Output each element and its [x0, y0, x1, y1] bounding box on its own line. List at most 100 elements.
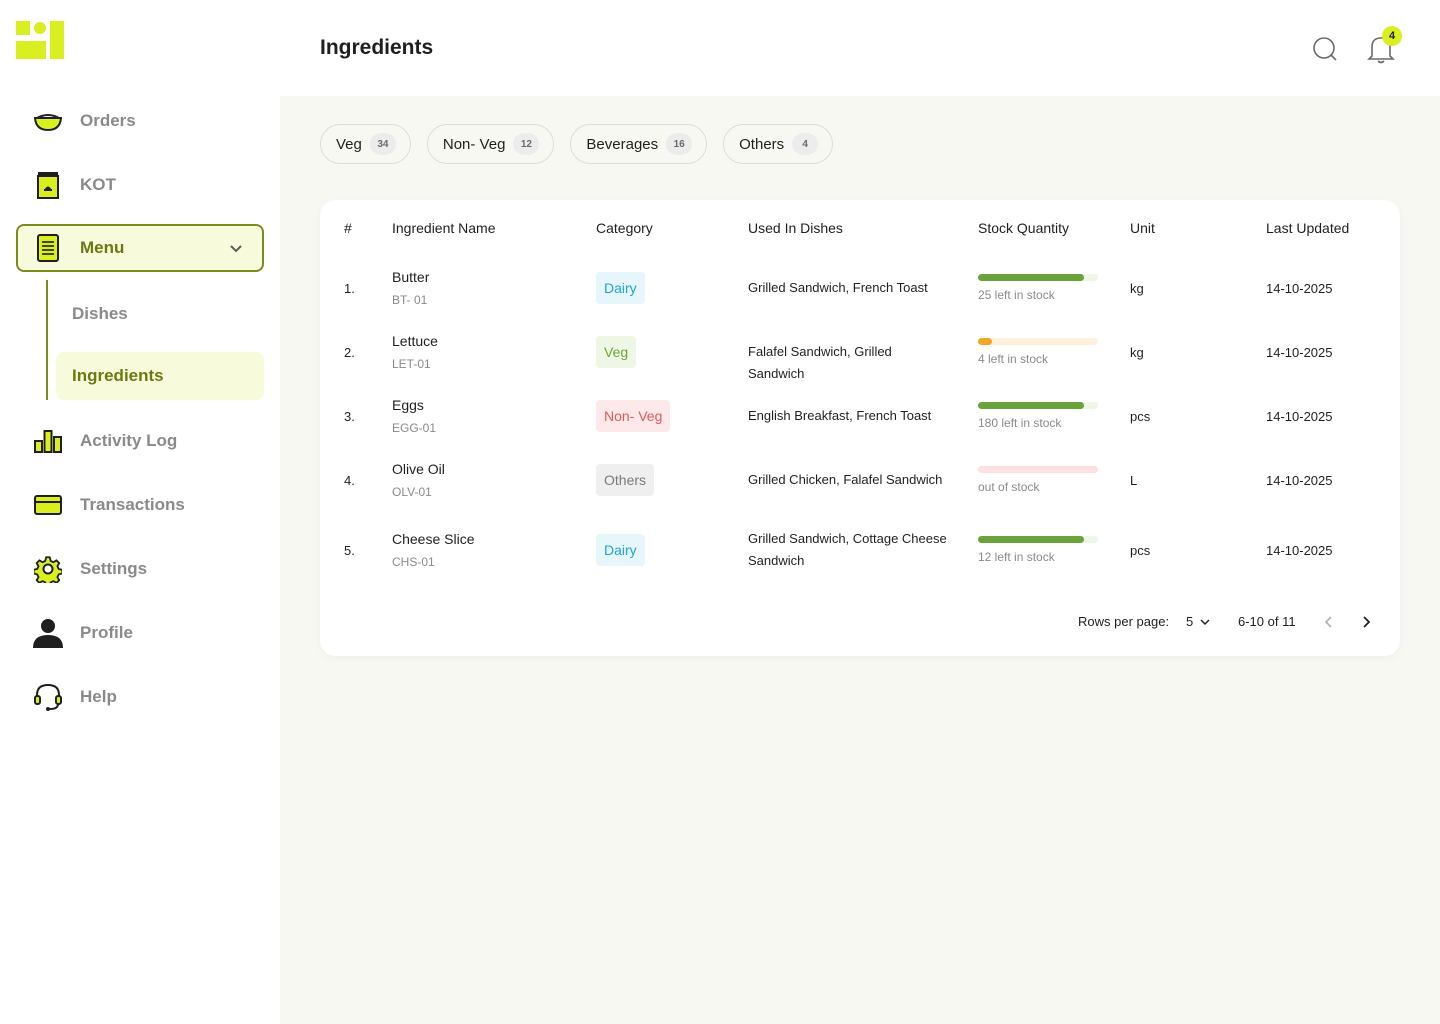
kot-icon	[32, 169, 64, 201]
card-icon	[32, 489, 64, 521]
category-badge: Non- Veg	[596, 400, 671, 432]
category-badge: Others	[596, 464, 655, 496]
row-number: 5.	[344, 543, 355, 558]
chevron-right-icon	[1359, 615, 1373, 629]
submenu-item-dishes[interactable]: Dishes	[56, 290, 264, 338]
stock-bar	[978, 402, 1098, 409]
ingredient-name: Olive Oil	[392, 461, 445, 477]
filter-chip-label: Others	[739, 135, 785, 153]
table-row[interactable]: 1. Butter BT- 01 Dairy Grilled Sandwich,…	[320, 256, 1400, 320]
last-updated: 14-10-2025	[1266, 543, 1333, 558]
row-number: 2.	[344, 345, 355, 360]
unit: pcs	[1130, 409, 1151, 424]
sidebar-item-label: Activity Log	[80, 431, 178, 450]
ingredient-code: CHS-01	[392, 555, 435, 569]
filter-chip-beverages[interactable]: Beverages 16	[570, 124, 708, 164]
chevron-down-icon	[1199, 616, 1211, 628]
sidebar-item-settings[interactable]: Settings	[16, 545, 264, 593]
ingredient-code: OLV-01	[392, 485, 432, 499]
last-updated: 14-10-2025	[1266, 345, 1333, 360]
headset-icon	[32, 681, 64, 713]
table-row[interactable]: 5. Cheese Slice CHS-01 Dairy Grilled San…	[320, 518, 1400, 582]
pagination-range: 6-10 of 11	[1238, 614, 1296, 629]
filter-chip-count: 16	[666, 133, 693, 155]
chevron-down-icon[interactable]	[226, 238, 246, 263]
used-in-dishes: English Breakfast, French Toast	[748, 408, 932, 423]
stock-bar	[978, 466, 1098, 473]
sidebar-item-kot[interactable]: KOT	[16, 161, 264, 209]
ingredient-name: Cheese Slice	[392, 531, 475, 547]
rows-per-page-value: 5	[1186, 614, 1194, 629]
rows-per-page-select[interactable]: 5	[1186, 614, 1211, 629]
ingredients-table: # Ingredient Name Category Used In Dishe…	[320, 200, 1400, 656]
stock-text: 12 left in stock	[978, 550, 1055, 564]
column-header-last-updated[interactable]: Last Updated	[1266, 220, 1349, 236]
row-number: 4.	[344, 473, 355, 488]
page-title: Ingredients	[320, 36, 434, 59]
ingredient-name: Butter	[392, 269, 430, 285]
sidebar-item-label: Orders	[80, 111, 136, 130]
sidebar-item-label: Settings	[80, 559, 148, 578]
column-header-stock-quantity[interactable]: Stock Quantity	[978, 220, 1069, 236]
top-header: Ingredients 4	[280, 0, 1440, 96]
category-filters: Veg 34 Non- Veg 12 Beverages 16 Others 4	[320, 124, 834, 164]
sidebar-item-activity-log[interactable]: Activity Log	[16, 417, 264, 465]
unit: kg	[1130, 281, 1144, 296]
category-badge: Veg	[596, 336, 637, 368]
main-content: Veg 34 Non- Veg 12 Beverages 16 Others 4…	[280, 96, 1440, 1024]
submenu-item-ingredients[interactable]: Ingredients	[56, 352, 264, 400]
menu-doc-icon	[32, 232, 64, 264]
gear-icon	[32, 553, 64, 585]
unit: pcs	[1130, 543, 1151, 558]
rows-per-page-label: Rows per page:	[1078, 614, 1170, 629]
column-header-number: #	[344, 220, 352, 236]
stock-bar	[978, 536, 1098, 543]
category-badge: Dairy	[596, 272, 645, 304]
stock-bar-fill	[978, 402, 1084, 409]
stock-bar	[978, 274, 1098, 281]
table-row[interactable]: 2. Lettuce LET-01 Veg Falafel Sandwich, …	[320, 320, 1400, 384]
stock-text: out of stock	[978, 480, 1040, 494]
user-icon	[32, 617, 64, 649]
submenu-line	[46, 280, 48, 400]
sidebar-item-label: Menu	[80, 238, 125, 257]
stock-bar	[978, 338, 1098, 345]
stock-text: 4 left in stock	[978, 352, 1049, 366]
sidebar-item-orders[interactable]: Orders	[16, 97, 264, 145]
filter-chip-label: Veg	[336, 135, 362, 153]
sidebar-item-menu[interactable]: Menu	[16, 224, 264, 272]
sidebar-item-help[interactable]: Help	[16, 673, 264, 721]
table-row[interactable]: 4. Olive Oil OLV-01 Others Grilled Chick…	[320, 448, 1400, 512]
used-in-dishes: Grilled Sandwich, French Toast	[748, 280, 928, 295]
brand-logo[interactable]	[16, 21, 64, 59]
sidebar-item-label: Transactions	[80, 495, 185, 514]
sidebar-item-transactions[interactable]: Transactions	[16, 481, 264, 529]
ingredient-code: EGG-01	[392, 421, 437, 435]
filter-chip-non-veg[interactable]: Non- Veg 12	[426, 124, 555, 164]
last-updated: 14-10-2025	[1266, 473, 1333, 488]
prev-page-button[interactable]	[1317, 610, 1341, 634]
used-in-dishes: Grilled Chicken, Falafel Sandwich	[748, 472, 943, 487]
unit: L	[1130, 473, 1138, 488]
table-row[interactable]: 3. Eggs EGG-01 Non- Veg English Breakfas…	[320, 384, 1400, 448]
next-page-button[interactable]	[1354, 610, 1378, 634]
stock-text: 180 left in stock	[978, 416, 1062, 430]
search-icon[interactable]	[1312, 36, 1338, 62]
last-updated: 14-10-2025	[1266, 281, 1333, 296]
ingredient-name: Eggs	[392, 397, 424, 413]
stock-bar-fill	[978, 274, 1084, 281]
column-header-ingredient-name[interactable]: Ingredient Name	[392, 220, 496, 236]
filter-chip-veg[interactable]: Veg 34	[320, 124, 411, 164]
column-header-unit[interactable]: Unit	[1130, 220, 1155, 236]
sidebar-item-profile[interactable]: Profile	[16, 609, 264, 657]
bar-chart-icon	[32, 425, 64, 457]
sidebar: Orders KOT Menu Dishes Ingredients Activ…	[0, 0, 280, 1024]
category-badge: Dairy	[596, 534, 645, 566]
filter-chip-label: Beverages	[586, 135, 659, 153]
column-header-used-in-dishes[interactable]: Used In Dishes	[748, 220, 843, 236]
notification-badge: 4	[1382, 26, 1402, 46]
filter-chip-others[interactable]: Others 4	[723, 124, 834, 164]
bowl-icon	[32, 105, 64, 137]
column-header-category[interactable]: Category	[596, 220, 653, 236]
filter-chip-label: Non- Veg	[442, 135, 506, 153]
